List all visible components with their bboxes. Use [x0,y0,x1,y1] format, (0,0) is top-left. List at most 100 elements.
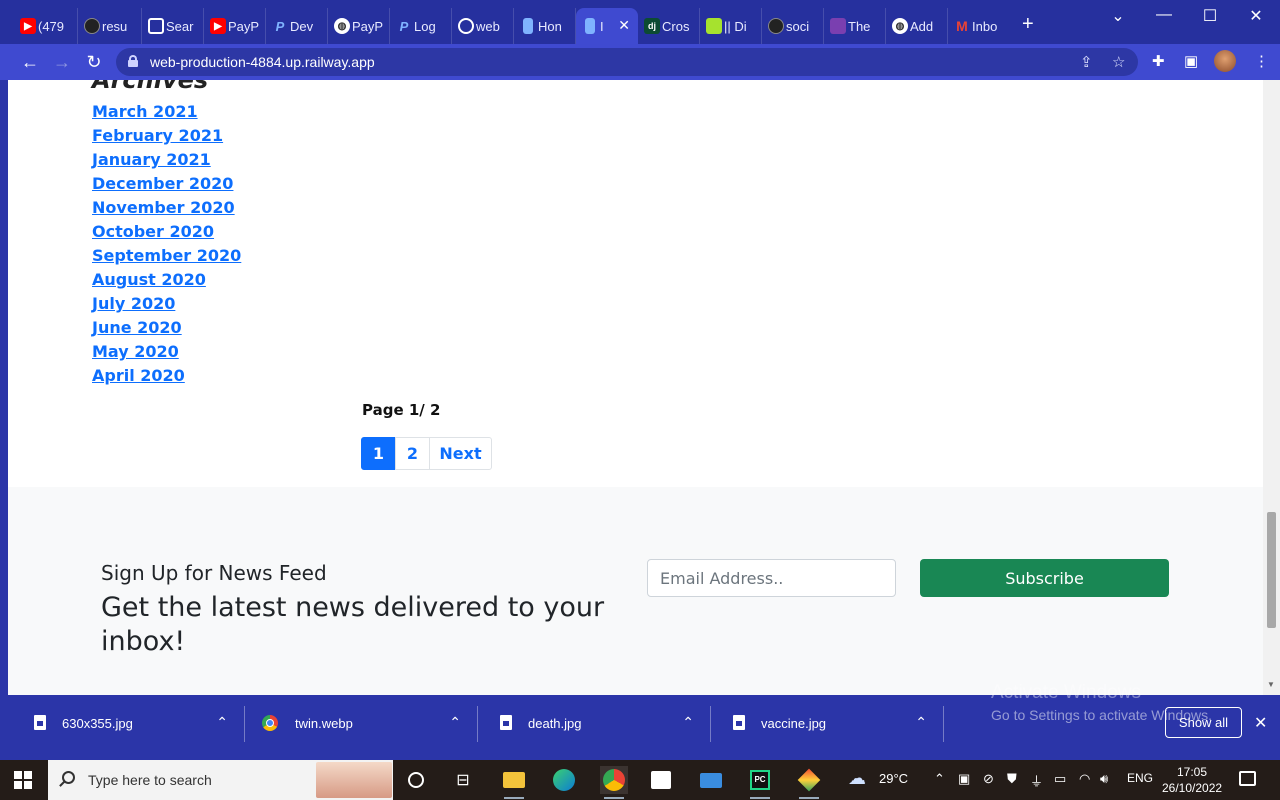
download-filename: death.jpg [528,716,582,731]
archive-link[interactable]: April 2020 [92,366,185,385]
chevron-up-icon[interactable]: ⌃ [449,714,461,731]
tab-youtube-2[interactable]: ▶ PayP [204,8,266,44]
paypal-icon: P [275,18,285,34]
chevron-up-icon[interactable]: ⌃ [915,714,927,731]
security-icon[interactable]: ⛊ [1007,771,1017,787]
edge-icon[interactable] [550,766,578,794]
tab-label: The [848,18,871,34]
back-button[interactable]: ← [18,51,42,73]
new-tab-button[interactable]: + [1022,14,1034,34]
archive-link[interactable]: January 2021 [92,150,211,169]
tab-label: || Di [724,18,747,34]
tab-active[interactable]: I ✕ [576,8,638,44]
forward-button[interactable]: → [50,51,74,73]
mail-icon[interactable] [697,766,725,794]
weather-temp[interactable]: 29°C [879,771,908,786]
tab-github-2[interactable]: soci [762,8,824,44]
tab-label: Log [414,18,436,34]
network-off-icon[interactable]: ⊘ [983,771,994,787]
archive-link[interactable]: March 2021 [92,102,198,121]
notification-icon[interactable] [1239,771,1256,786]
tab-chatgpt[interactable]: web [452,8,514,44]
maximize-button[interactable]: ☐ [1187,6,1233,26]
show-all-downloads-button[interactable]: Show all [1165,707,1242,738]
next-page-button[interactable]: Next [429,437,492,470]
tab-rand[interactable]: The [824,8,886,44]
url-text[interactable]: web-production-4884.up.railway.app [150,54,375,70]
battery-icon[interactable]: ▭ [1054,771,1066,787]
page-scrollbar[interactable]: ▼ [1263,80,1280,695]
archive-link[interactable]: August 2020 [92,270,206,289]
page-1-button[interactable]: 1 [361,437,396,470]
globe-icon: ◍ [334,18,350,34]
download-item[interactable]: vaccine.jpg ⌃ [711,706,944,742]
menu-icon[interactable]: ⋮ [1254,52,1269,70]
scroll-thumb[interactable] [1267,512,1276,628]
file-icon [733,715,745,730]
minimize-button[interactable]: — [1141,6,1187,24]
git-icon[interactable] [795,766,823,799]
close-window-button[interactable]: ✕ [1233,6,1279,26]
usb-icon[interactable]: ⏚ [1030,771,1043,790]
archive-link[interactable]: June 2020 [92,318,182,337]
volume-icon[interactable]: 🔊︎ [1100,771,1108,787]
archive-link[interactable]: October 2020 [92,222,214,241]
tab-youtube-1[interactable]: ▶ (479 [14,8,78,44]
system-clock[interactable]: 17:05 26/10/2022 [1162,764,1222,796]
tab-paypal-2[interactable]: ◍ PayP [328,8,390,44]
weather-cloud-icon[interactable]: ☁ [848,768,866,789]
globe-icon: ◍ [892,18,908,34]
archive-link[interactable]: July 2020 [92,294,175,313]
wifi-icon[interactable]: ◠ [1079,771,1090,787]
taskbar-search[interactable]: Type here to search [48,760,393,800]
address-bar[interactable]: web-production-4884.up.railway.app ⇪ ☆ [116,48,1138,76]
tab-search[interactable]: Sear [142,8,204,44]
chevron-up-icon[interactable]: ⌃ [934,771,945,787]
chevron-up-icon[interactable]: ⌃ [216,714,228,731]
bookmark-star-icon[interactable]: ☆ [1112,53,1125,71]
page-2-button[interactable]: 2 [395,437,430,470]
email-input[interactable] [647,559,896,597]
task-view-icon[interactable]: ⊟ [449,766,477,794]
tab-paypal-dev[interactable]: P Dev [266,8,328,44]
pycharm-icon[interactable]: PC [746,766,774,799]
chrome-taskbar-icon[interactable] [600,766,628,799]
chevron-up-icon[interactable]: ⌃ [682,714,694,731]
reload-button[interactable]: ↻ [82,51,106,73]
tab-django[interactable]: dj Cros [638,8,700,44]
archive-link[interactable]: November 2020 [92,198,235,217]
subscribe-button[interactable]: Subscribe [920,559,1169,597]
tab-search-button[interactable]: ⌄ [1095,6,1141,26]
clock-time: 17:05 [1176,765,1208,779]
scroll-down-icon[interactable]: ▼ [1267,680,1275,689]
language-indicator[interactable]: ENG [1127,771,1153,785]
close-download-shelf-icon[interactable]: ✕ [1254,713,1267,733]
download-item[interactable]: death.jpg ⌃ [478,706,711,742]
list-item: October 2020 [92,222,241,246]
archive-link[interactable]: February 2021 [92,126,223,145]
lock-icon [128,55,138,67]
cortana-icon[interactable] [402,766,430,794]
tab-label: Dev [290,18,314,34]
tab-gmail[interactable]: M Inbo [948,8,1010,44]
tab-add[interactable]: ◍ Add [886,8,948,44]
windows-start-icon[interactable] [14,771,32,789]
tab-close-icon[interactable]: ✕ [618,17,630,34]
archive-link[interactable]: December 2020 [92,174,233,193]
store-icon[interactable] [647,766,675,794]
tab-github-1[interactable]: resu [78,8,142,44]
side-panel-icon[interactable]: ▣ [1184,52,1198,70]
archive-link[interactable]: May 2020 [92,342,179,361]
tab-leaf[interactable]: || Di [700,8,762,44]
tray-app-icon[interactable]: ▣ [958,771,970,787]
file-explorer-icon[interactable] [500,766,528,799]
tab-home[interactable]: Hon [514,8,576,44]
profile-avatar[interactable] [1214,50,1236,72]
share-icon[interactable]: ⇪ [1080,53,1093,71]
download-item[interactable]: twin.webp ⌃ [245,706,478,742]
file-icon [34,715,46,730]
archive-link[interactable]: September 2020 [92,246,241,265]
download-item[interactable]: 630x355.jpg ⌃ [12,706,245,742]
extensions-icon[interactable]: ✚ [1152,52,1165,70]
tab-paypal-log[interactable]: P Log [390,8,452,44]
